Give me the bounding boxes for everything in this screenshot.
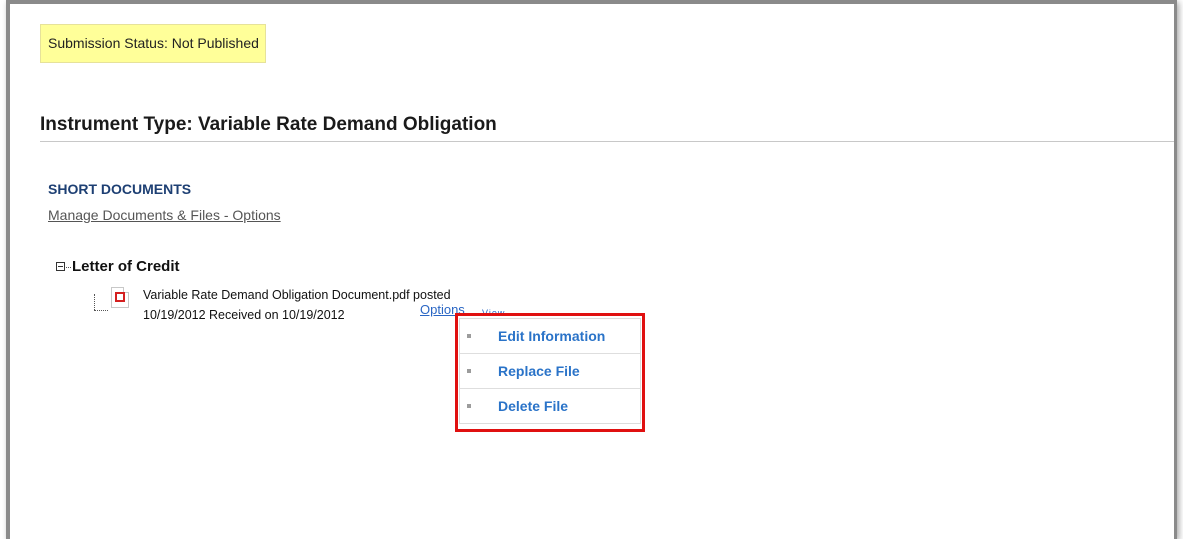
- menu-item-label: Replace File: [498, 363, 580, 379]
- collapse-toggle-icon[interactable]: [56, 262, 65, 271]
- letter-of-credit-node: Letter of Credit: [72, 258, 180, 275]
- menu-item-label: Edit Information: [498, 328, 606, 344]
- manage-documents-link[interactable]: Manage Documents & Files - Options: [48, 207, 281, 223]
- view-link[interactable]: View: [482, 308, 505, 318]
- document-name-text: Variable Rate Demand Obligation Document…: [143, 288, 451, 302]
- tree-connector: [66, 267, 71, 268]
- short-documents-heading: SHORT DOCUMENTS: [48, 181, 192, 197]
- document-dates-text: 10/19/2012 Received on 10/19/2012: [143, 308, 345, 322]
- bullet-icon: [467, 334, 471, 338]
- section-divider: [40, 141, 1174, 142]
- options-context-menu: Edit Information Replace File Delete Fil…: [459, 318, 641, 424]
- window-frame: Submission Status: Not Published Instrum…: [6, 0, 1177, 539]
- tree-connector: [94, 310, 108, 311]
- menu-item-edit-information[interactable]: Edit Information: [460, 319, 640, 354]
- submission-status-banner: Submission Status: Not Published: [40, 24, 266, 63]
- menu-item-replace-file[interactable]: Replace File: [460, 354, 640, 389]
- bullet-icon: [467, 404, 471, 408]
- pdf-icon: [111, 287, 129, 308]
- menu-item-label: Delete File: [498, 398, 569, 414]
- menu-item-delete-file[interactable]: Delete File: [460, 389, 640, 423]
- instrument-type-title: Instrument Type: Variable Rate Demand Ob…: [40, 114, 497, 135]
- tree-connector: [94, 294, 95, 310]
- options-link[interactable]: Options: [420, 302, 465, 317]
- bullet-icon: [467, 369, 471, 373]
